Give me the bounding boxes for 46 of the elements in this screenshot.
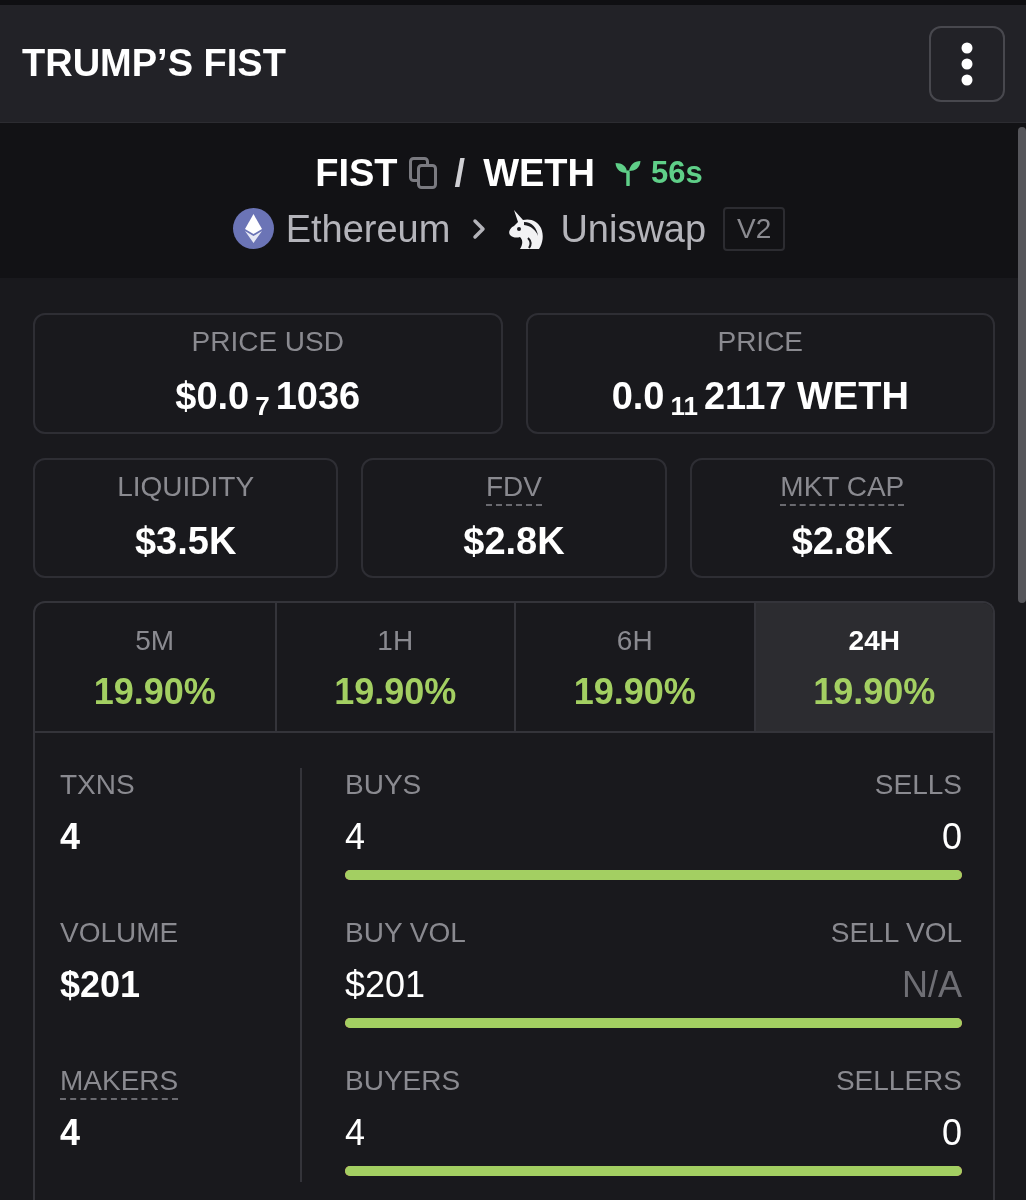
sell-value: 0 [941,815,962,859]
price-value: 0.0$_{11}$2117 WETH [611,374,909,419]
sell-label: SELLS [874,768,962,802]
buy-label: BUY VOL [345,916,466,950]
quote-token-symbol: WETH [483,150,595,196]
buy-label: BUYS [345,768,422,802]
stat-label: LIQUIDITY [117,470,255,504]
sell-value: N/A [902,963,962,1007]
sell-label: SELL VOL [830,916,962,950]
summary-label: VOLUME [60,916,179,950]
buy-value: $201 [345,963,426,1007]
buy-value: 4 [345,815,366,859]
summary-label: TXNS [60,768,135,802]
version-badge: V2 [723,206,786,251]
chain-link[interactable]: Ethereum [285,205,451,252]
sprout-icon [615,159,641,186]
pair-separator: / [454,150,466,196]
timeframe-tab[interactable]: 1H 19.90% [274,603,514,731]
stat-value: $2.8K [791,519,894,564]
timeframe-tab[interactable]: 24H 19.90% [753,603,993,731]
base-token-symbol: FIST [315,150,398,196]
price-value: $0.0$_{7}$1036 [175,374,361,419]
summary-value: 4 [60,1111,81,1155]
stat-label: MKT CAP [780,470,905,506]
more-options-icon [961,41,973,86]
menu-button[interactable] [929,25,1005,102]
buy-label: BUYERS [345,1064,461,1098]
summary-value: $201 [60,963,141,1007]
scrollbar-thumb[interactable] [1018,127,1026,603]
price-label: PRICE [717,325,804,359]
stat-label: FDV [486,470,542,506]
sell-label: SELLERS [835,1064,962,1098]
stat-value: $3.5K [134,519,237,564]
ethereum-icon [232,208,274,249]
token-name: TRUMP’S FIST [22,41,286,86]
chevron-right-icon [472,217,487,240]
copy-icon[interactable] [408,156,437,189]
summary-value: 4 [60,815,81,859]
sell-value: 0 [941,1111,962,1155]
pair-age: 56s [651,153,703,192]
timeframe-tab[interactable]: 5M 19.90% [35,603,275,731]
dex-link[interactable]: Uniswap [560,205,707,252]
stat-value: $2.8K [463,519,565,564]
summary-label: MAKERS [60,1064,179,1100]
price-label: PRICE USD [191,325,344,359]
buy-value: 4 [345,1111,366,1155]
